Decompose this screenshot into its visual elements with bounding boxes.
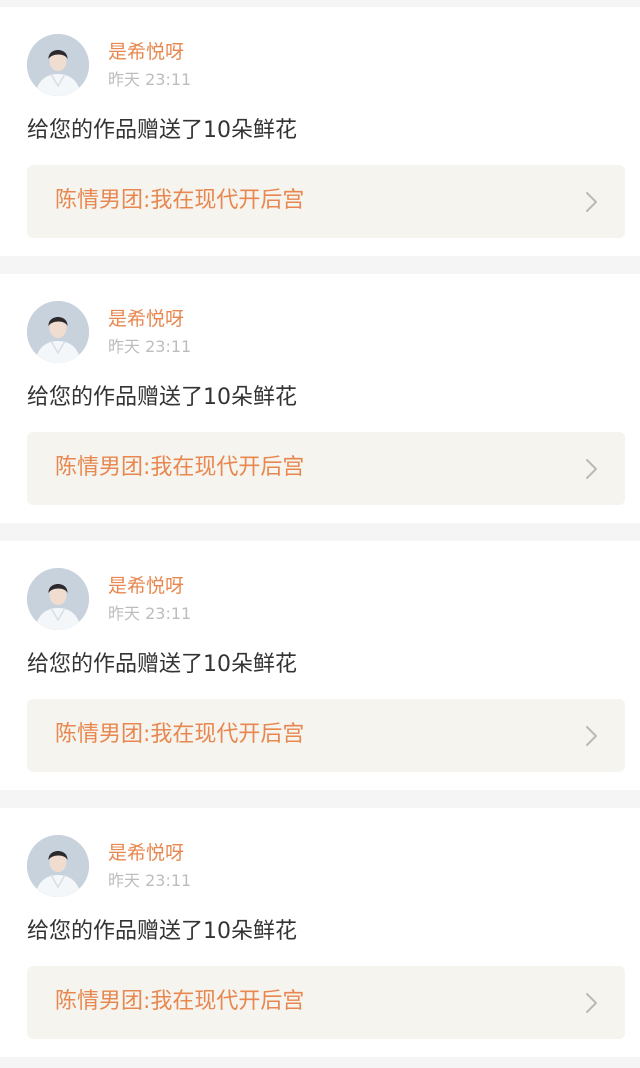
work-title: 陈情男团:我在现代开后宫 — [55, 188, 305, 213]
chevron-right-icon — [586, 459, 597, 479]
gift-message: 给您的作品赠送了10朵鲜花 — [27, 118, 297, 143]
chevron-right-icon — [586, 192, 597, 212]
avatar[interactable] — [27, 34, 89, 96]
notification-card: 是希悦呀 昨天 23:11 给您的作品赠送了10朵鲜花 陈情男团:我在现代开后宫 — [0, 7, 640, 256]
work-link[interactable]: 陈情男团:我在现代开后宫 — [27, 699, 625, 772]
avatar-photo-icon — [27, 301, 89, 363]
gift-message: 给您的作品赠送了10朵鲜花 — [27, 919, 297, 944]
gift-message: 给您的作品赠送了10朵鲜花 — [27, 385, 297, 410]
work-link[interactable]: 陈情男团:我在现代开后宫 — [27, 165, 625, 238]
avatar[interactable] — [27, 835, 89, 897]
username[interactable]: 是希悦呀 — [108, 307, 184, 331]
gift-message: 给您的作品赠送了10朵鲜花 — [27, 652, 297, 677]
username[interactable]: 是希悦呀 — [108, 841, 184, 865]
gift-notification-feed: 是希悦呀 昨天 23:11 给您的作品赠送了10朵鲜花 陈情男团:我在现代开后宫… — [0, 0, 640, 1068]
avatar[interactable] — [27, 301, 89, 363]
avatar[interactable] — [27, 568, 89, 630]
work-title: 陈情男团:我在现代开后宫 — [55, 722, 305, 747]
chevron-right-icon — [586, 726, 597, 746]
timestamp: 昨天 23:11 — [108, 70, 192, 89]
timestamp: 昨天 23:11 — [108, 337, 192, 356]
work-title: 陈情男团:我在现代开后宫 — [55, 455, 305, 480]
work-link[interactable]: 陈情男团:我在现代开后宫 — [27, 966, 625, 1039]
username[interactable]: 是希悦呀 — [108, 40, 184, 64]
work-title: 陈情男团:我在现代开后宫 — [55, 989, 305, 1014]
timestamp: 昨天 23:11 — [108, 604, 192, 623]
avatar-photo-icon — [27, 568, 89, 630]
timestamp: 昨天 23:11 — [108, 871, 192, 890]
username[interactable]: 是希悦呀 — [108, 574, 184, 598]
notification-card: 是希悦呀 昨天 23:11 给您的作品赠送了10朵鲜花 陈情男团:我在现代开后宫 — [0, 274, 640, 523]
notification-card: 是希悦呀 昨天 23:11 给您的作品赠送了10朵鲜花 陈情男团:我在现代开后宫 — [0, 541, 640, 790]
avatar-photo-icon — [27, 835, 89, 897]
work-link[interactable]: 陈情男团:我在现代开后宫 — [27, 432, 625, 505]
avatar-photo-icon — [27, 34, 89, 96]
notification-card: 是希悦呀 昨天 23:11 给您的作品赠送了10朵鲜花 陈情男团:我在现代开后宫 — [0, 808, 640, 1057]
chevron-right-icon — [586, 993, 597, 1013]
